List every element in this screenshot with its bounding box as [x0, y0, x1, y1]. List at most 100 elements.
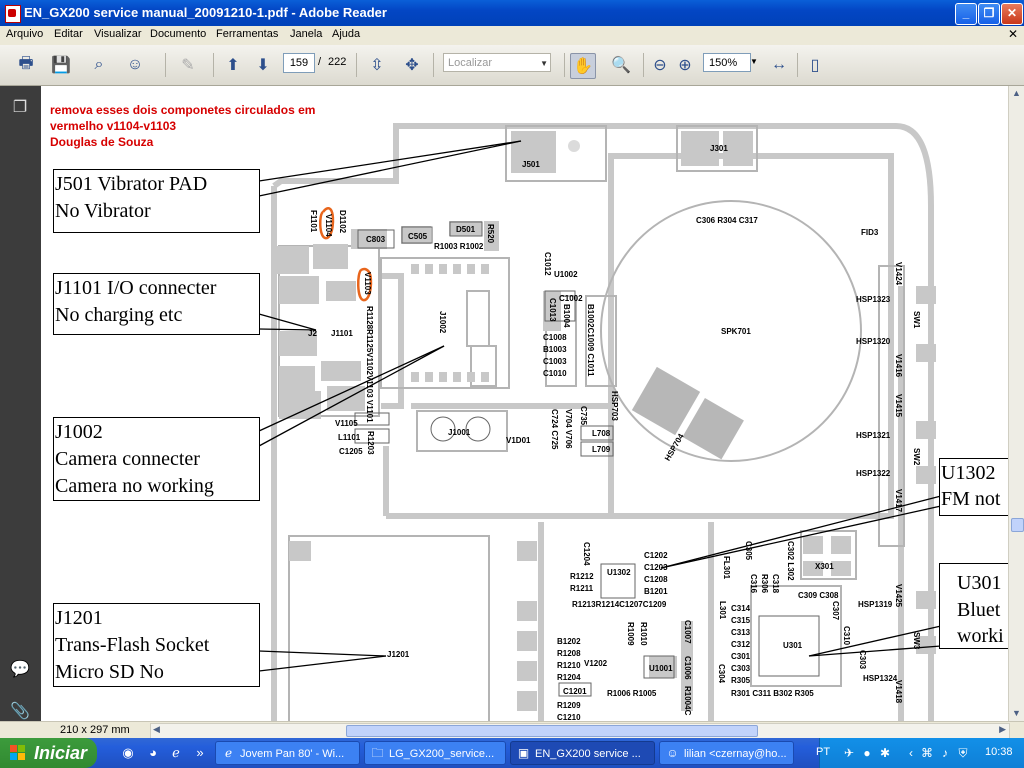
comments-icon[interactable]: 💬	[10, 660, 30, 680]
horizontal-scrollbar[interactable]: ◀ ▶	[150, 723, 1010, 739]
menu-documento[interactable]: Documento	[150, 28, 206, 40]
component-label: C303	[731, 664, 751, 673]
single-page-icon[interactable]: ▯	[803, 53, 827, 77]
taskbar: Iniciar ◉ ◕ ℯ » ℯ Jovem Pan 80' - Wi... 🗀…	[0, 738, 1024, 768]
component-label: C301	[731, 652, 751, 661]
attachments-icon[interactable]: 📎	[10, 702, 30, 722]
next-page-icon[interactable]: ⬇	[251, 53, 275, 77]
menu-ferramentas[interactable]: Ferramentas	[216, 28, 278, 40]
component-label: C1008	[543, 333, 567, 342]
toolbar-divider	[356, 53, 357, 77]
component-label: HSP1321	[856, 431, 891, 440]
menu-arquivo[interactable]: Arquivo	[6, 28, 43, 40]
annotation-line: J501 Vibrator PAD	[55, 173, 208, 195]
pages-panel-icon[interactable]: ❐	[10, 98, 30, 118]
save-icon[interactable]: 💾	[49, 53, 73, 77]
zoom-tool-icon[interactable]: 🔍	[609, 53, 633, 77]
scroll-thumb[interactable]	[1011, 518, 1024, 532]
start-label: Iniciar	[34, 743, 88, 763]
taskbar-item[interactable]: ☺ lilian <czernay@ho...	[659, 741, 794, 765]
task-label: LG_GX200_service...	[389, 748, 495, 760]
find-icon[interactable]: ⌕	[87, 53, 111, 77]
volume-icon[interactable]: ♪	[938, 746, 952, 760]
page-number-input[interactable]: 159	[283, 53, 315, 73]
component-label: C1205	[339, 447, 363, 456]
zoom-dropdown-icon[interactable]: ▼	[750, 57, 758, 66]
print-icon[interactable]: 🖶	[14, 53, 38, 77]
zoom-input[interactable]: 150%	[703, 53, 751, 72]
internet-explorer-icon[interactable]: ℯ	[168, 745, 184, 761]
taskbar-item[interactable]: 🗀 LG_GX200_service...	[364, 741, 506, 765]
shield-icon[interactable]: ⛨	[956, 746, 970, 760]
taskbar-item[interactable]: ℯ Jovem Pan 80' - Wi...	[215, 741, 360, 765]
collaborate-icon[interactable]: ☺	[123, 53, 147, 77]
full-screen-icon[interactable]: ✥	[400, 53, 424, 77]
tray-expand-icon[interactable]: ‹	[904, 746, 918, 760]
search-input[interactable]: Localizar ▼	[443, 53, 551, 72]
annotation-j1201: J1201 Trans-Flash Socket Micro SD No	[53, 603, 260, 687]
more-icon[interactable]: »	[192, 745, 208, 761]
component-label: C309 C308	[798, 591, 839, 600]
toolbar-divider	[564, 53, 565, 77]
component-label: HSP703	[610, 391, 619, 421]
annotation-line: FM not	[941, 488, 1001, 510]
scroll-left-icon[interactable]: ◀	[153, 724, 160, 735]
toolbar-divider	[165, 53, 166, 77]
sign-icon[interactable]: ✎	[176, 53, 200, 77]
component-label: C1010	[543, 369, 567, 378]
close-button[interactable]: ✕	[1001, 3, 1023, 25]
document-close-icon[interactable]: ✕	[1008, 27, 1018, 41]
component-label: R1010	[639, 622, 648, 646]
windows-logo-icon	[10, 745, 26, 761]
component-label: SPK701	[721, 327, 751, 336]
component-label: C310	[842, 626, 851, 646]
scroll-right-icon[interactable]: ▶	[999, 724, 1006, 735]
component-label: X301	[815, 562, 834, 571]
taskbar-item-active[interactable]: ▣ EN_GX200 service ...	[510, 741, 655, 765]
component-label: L1101	[338, 433, 361, 442]
fit-width-icon[interactable]: ↔	[767, 53, 791, 77]
document-view[interactable]: remova esses dois componetes circulados …	[41, 86, 1008, 722]
note-line-3: Douglas de Souza	[50, 135, 154, 149]
maximize-button[interactable]: ❐	[978, 3, 1000, 25]
media-icon[interactable]: ●	[860, 746, 874, 760]
component-label: B1004	[562, 304, 571, 328]
component-label: C316	[749, 574, 758, 594]
vertical-scrollbar[interactable]: ▲ ▼	[1008, 86, 1024, 722]
toolbar-divider	[433, 53, 434, 77]
zoom-out-icon[interactable]: ⊖	[648, 53, 672, 77]
minimize-button[interactable]: _	[955, 3, 977, 25]
chrome-icon[interactable]: ◕	[145, 745, 161, 761]
page-separator: /	[318, 56, 322, 68]
chevron-down-icon[interactable]: ▼	[540, 54, 548, 73]
settings-icon[interactable]: ✱	[878, 746, 892, 760]
start-button[interactable]: Iniciar	[0, 738, 97, 768]
menu-janela[interactable]: Janela	[290, 28, 322, 40]
language-indicator[interactable]: PT	[816, 746, 830, 758]
component-label: R1128R1125V1102V1103 V1101	[365, 306, 374, 423]
component-label: R1213R1214C1207C1209	[572, 600, 667, 609]
annotation-u301: U301 Bluet worki	[939, 563, 1008, 649]
connection-icon[interactable]: ⌘	[920, 746, 934, 760]
previous-page-icon[interactable]: ⬆	[221, 53, 245, 77]
hand-tool-icon[interactable]: ✋	[570, 53, 596, 79]
scroll-up-icon[interactable]: ▲	[1012, 88, 1021, 98]
component-label: HSP1323	[856, 295, 891, 304]
scroll-thumb[interactable]	[346, 725, 758, 737]
task-label: lilian <czernay@ho...	[684, 748, 787, 760]
component-label: C304	[717, 664, 726, 684]
scroll-down-icon[interactable]: ▼	[1012, 708, 1021, 718]
folder-icon: 🗀	[371, 746, 384, 760]
quicklaunch-icon[interactable]: ◉	[120, 745, 136, 761]
fit-page-icon[interactable]: ⇳	[365, 53, 389, 77]
menu-visualizar[interactable]: Visualizar	[94, 28, 142, 40]
annotation-line: No charging etc	[55, 304, 183, 326]
menu-ajuda[interactable]: Ajuda	[332, 28, 360, 40]
network-icon[interactable]: ✈	[842, 746, 856, 760]
note-line-2: vermelho v1104-v1103	[50, 119, 177, 133]
component-label: HSP1319	[858, 600, 893, 609]
component-label: C315	[731, 616, 751, 625]
menu-editar[interactable]: Editar	[54, 28, 83, 40]
zoom-in-icon[interactable]: ⊕	[673, 53, 697, 77]
component-label: D501	[456, 225, 476, 234]
